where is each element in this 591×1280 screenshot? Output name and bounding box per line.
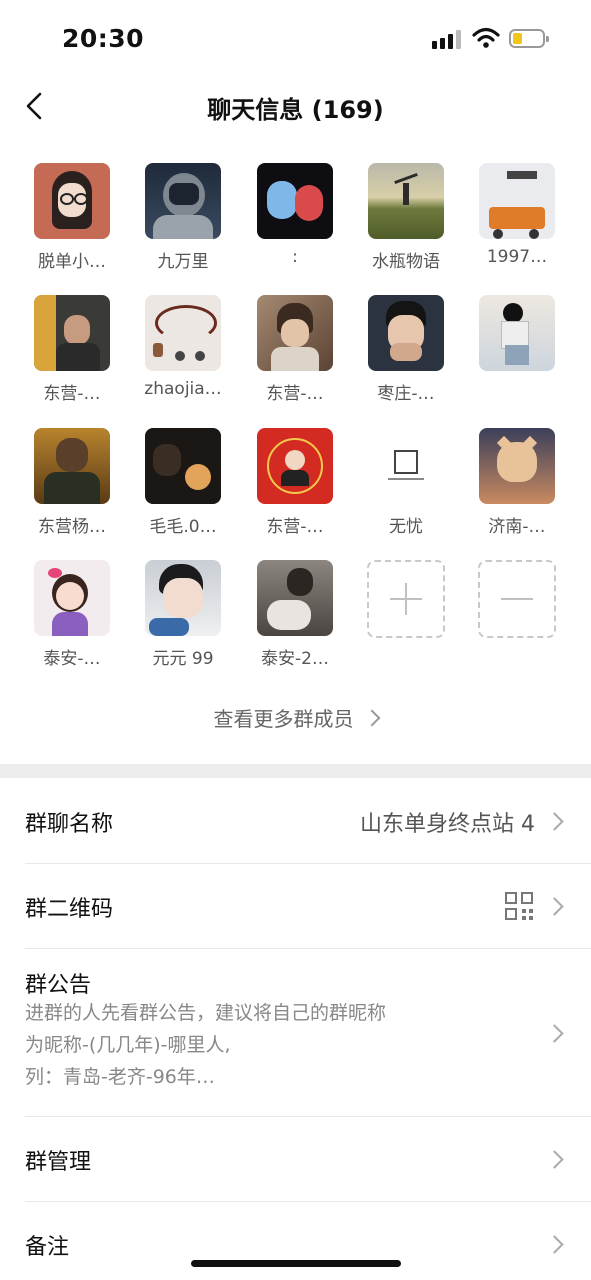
- group-qr-row[interactable]: 群二维码: [0, 864, 591, 948]
- battery-icon: [509, 29, 549, 48]
- member-item[interactable]: 东营-…: [17, 295, 127, 404]
- avatar: [257, 295, 333, 371]
- qr-code-icon: [505, 892, 533, 920]
- avatar: [34, 163, 110, 239]
- member-name: 九万里: [157, 252, 209, 272]
- member-item[interactable]: :: [240, 163, 350, 267]
- member-name: 脱单小…: [38, 252, 106, 272]
- avatar: [145, 560, 221, 636]
- member-item[interactable]: 枣庄-…: [351, 295, 461, 404]
- avatar: [479, 295, 555, 371]
- member-name: zhaojia…: [144, 379, 222, 399]
- avatar: [257, 163, 333, 239]
- nav-bar: 聊天信息 (169): [0, 78, 591, 134]
- group-manage-label: 群管理: [25, 1150, 92, 1175]
- member-item[interactable]: 脱单小…: [17, 163, 127, 272]
- avatar: [479, 428, 555, 504]
- group-name-value: 山东单身终点站 4: [360, 812, 535, 837]
- member-name: 东营-…: [266, 384, 324, 404]
- group-name-label: 群聊名称: [25, 812, 114, 837]
- chevron-right-icon: [545, 1235, 564, 1254]
- avatar: [368, 163, 444, 239]
- group-name-row[interactable]: 群聊名称 山东单身终点站 4: [0, 779, 591, 863]
- member-name: 泰安-2…: [261, 649, 329, 669]
- avatar: [368, 428, 444, 504]
- remark-row[interactable]: 备注: [0, 1202, 591, 1280]
- member-name: 东营-…: [43, 384, 101, 404]
- remove-member-button[interactable]: [462, 560, 572, 638]
- group-notice-text: 进群的人先看群公告，建议将自己的群昵称 为昵称-(几几年)-哪里人, 列：青岛-…: [25, 997, 485, 1093]
- member-name: 济南-…: [488, 517, 546, 537]
- member-name: 毛毛.0…: [149, 517, 217, 537]
- member-name: 无忧: [389, 517, 423, 537]
- member-name: 1997…: [486, 247, 548, 267]
- chevron-right-icon: [545, 812, 564, 831]
- section-divider: [0, 764, 591, 778]
- member-item[interactable]: 东营-…: [240, 295, 350, 404]
- member-name: 东营杨…: [38, 517, 106, 537]
- view-more-members-label: 查看更多群成员: [213, 707, 354, 731]
- avatar: [145, 428, 221, 504]
- member-item[interactable]: 东营-…: [240, 428, 350, 537]
- member-name: 泰安-…: [43, 649, 101, 669]
- plus-icon: [367, 560, 445, 638]
- member-name: 东营-…: [266, 517, 324, 537]
- notice-line: 进群的人先看群公告，建议将自己的群昵称: [25, 1002, 387, 1024]
- member-item[interactable]: [462, 295, 572, 379]
- member-item[interactable]: zhaojia…: [128, 295, 238, 399]
- status-bar: 20:30: [0, 0, 591, 78]
- avatar: [145, 295, 221, 371]
- member-item[interactable]: 无忧: [351, 428, 461, 537]
- cellular-signal-icon: [432, 30, 462, 50]
- group-notice-label: 群公告: [25, 973, 92, 998]
- avatar: [34, 295, 110, 371]
- member-item[interactable]: 泰安-…: [17, 560, 127, 669]
- member-item[interactable]: 泰安-2…: [240, 560, 350, 669]
- notice-line: 列：青岛-老齐-96年…: [25, 1066, 215, 1088]
- view-more-members-link[interactable]: 查看更多群成员: [0, 703, 591, 732]
- member-item[interactable]: 东营杨…: [17, 428, 127, 537]
- group-notice-row[interactable]: 群公告 进群的人先看群公告，建议将自己的群昵称 为昵称-(几几年)-哪里人, 列…: [0, 949, 591, 1116]
- notice-line: 为昵称-(几几年)-哪里人,: [25, 1034, 231, 1056]
- member-item[interactable]: 元元 99: [128, 560, 238, 669]
- wifi-icon: [472, 27, 500, 48]
- avatar: [368, 295, 444, 371]
- chevron-right-icon: [363, 709, 380, 727]
- chevron-right-icon: [545, 1024, 564, 1043]
- chevron-right-icon: [545, 897, 564, 916]
- avatar: [34, 428, 110, 504]
- avatar: [145, 163, 221, 239]
- avatar: [257, 560, 333, 636]
- avatar: [479, 163, 555, 239]
- member-name: 枣庄-…: [377, 384, 435, 404]
- member-item[interactable]: 九万里: [128, 163, 238, 272]
- add-member-button[interactable]: [351, 560, 461, 638]
- minus-icon: [478, 560, 556, 638]
- member-item[interactable]: 水瓶物语: [351, 163, 461, 272]
- member-name: :: [292, 247, 298, 267]
- group-qr-label: 群二维码: [25, 897, 114, 922]
- home-indicator[interactable]: [191, 1260, 401, 1267]
- status-time: 20:30: [62, 24, 145, 53]
- avatar: [34, 560, 110, 636]
- member-name: 元元 99: [152, 649, 214, 669]
- member-item[interactable]: 济南-…: [462, 428, 572, 537]
- remark-label: 备注: [25, 1235, 70, 1260]
- avatar: [257, 428, 333, 504]
- member-name: 水瓶物语: [372, 252, 440, 272]
- chevron-right-icon: [545, 1150, 564, 1169]
- group-manage-row[interactable]: 群管理: [0, 1117, 591, 1201]
- member-item[interactable]: 1997…: [462, 163, 572, 267]
- page-title: 聊天信息 (169): [207, 96, 384, 124]
- member-item[interactable]: 毛毛.0…: [128, 428, 238, 537]
